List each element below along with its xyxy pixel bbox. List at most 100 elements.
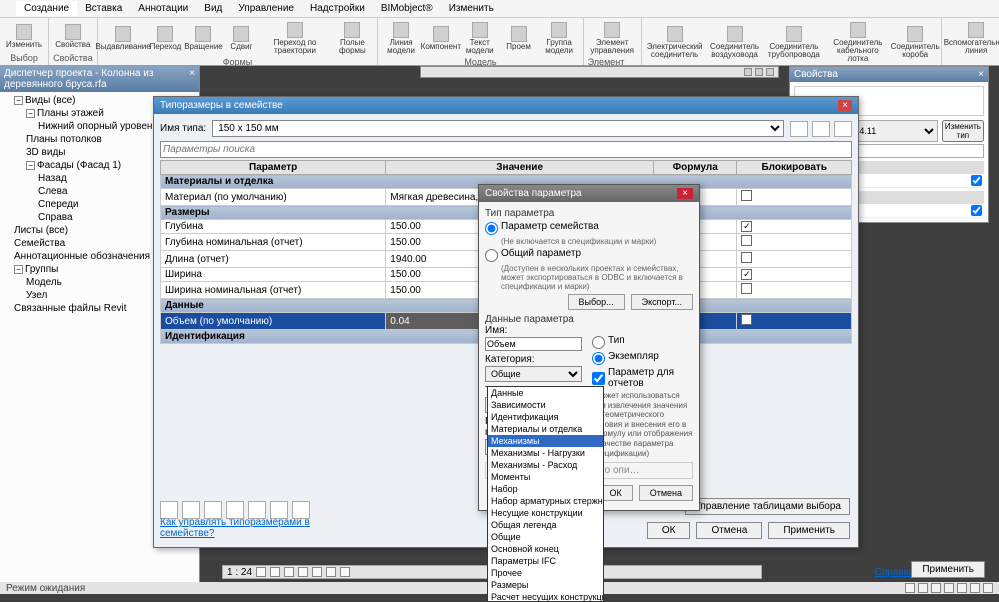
tab-annotate[interactable]: Аннотации: [130, 1, 196, 16]
ribbon-переход-по-траектории[interactable]: Переход по траектории: [262, 20, 327, 57]
dropdown-option[interactable]: Механизмы: [488, 435, 603, 447]
col-param[interactable]: Параметр: [161, 161, 386, 175]
close-icon[interactable]: ×: [677, 188, 693, 199]
ribbon-соединитель-короба[interactable]: Соединитель короба: [893, 24, 936, 61]
help-link[interactable]: Как управлять типоразмерами в семействе?: [160, 517, 310, 539]
ribbon-линия-модели[interactable]: Линия модели: [382, 20, 420, 57]
dropdown-option[interactable]: Зависимости: [488, 399, 603, 411]
ribbon-сдвиг[interactable]: Сдвиг: [224, 24, 258, 53]
icon[interactable]: [766, 68, 774, 76]
ribbon-компонент[interactable]: Компонент: [424, 24, 458, 53]
dropdown-option[interactable]: Размеры: [488, 579, 603, 591]
close-icon[interactable]: ×: [189, 68, 195, 90]
ribbon-полые-формы[interactable]: Полые формы: [332, 20, 374, 57]
cancel-button[interactable]: Отмена: [696, 522, 762, 539]
dropdown-option[interactable]: Несущие конструкции: [488, 507, 603, 519]
dropdown-option[interactable]: Идентификация: [488, 411, 603, 423]
select-pinned-icon[interactable]: [931, 583, 941, 593]
tab-modify[interactable]: Изменить: [441, 1, 502, 16]
ribbon-вспомогательная-линия[interactable]: Вспомогательная линия: [946, 20, 999, 57]
tab-insert[interactable]: Вставка: [77, 1, 130, 16]
dropdown-option[interactable]: Механизмы - Расход: [488, 459, 603, 471]
ok-button[interactable]: ОК: [647, 522, 691, 539]
tab-create[interactable]: Создание: [16, 1, 77, 16]
lock-icon[interactable]: [340, 567, 350, 577]
grouping-dropdown[interactable]: ДанныеЗависимостиИдентификацияМатериалы …: [487, 386, 604, 602]
drag-icon[interactable]: [957, 583, 967, 593]
tab-view[interactable]: Вид: [196, 1, 230, 16]
name-input[interactable]: [485, 337, 582, 351]
view-tab-bar: [420, 66, 779, 78]
apply-button[interactable]: Применить: [768, 522, 850, 539]
type-name-label: Имя типа:: [160, 123, 206, 134]
ribbon-электрический-соединитель[interactable]: Электрический соединитель: [646, 24, 704, 61]
select-link-icon[interactable]: [905, 583, 915, 593]
crop-icon[interactable]: [312, 567, 322, 577]
scale-label[interactable]: 1 : 24: [227, 567, 252, 578]
ribbon-текст-модели[interactable]: Текст модели: [462, 20, 498, 57]
type-section-label: Тип параметра: [485, 208, 693, 219]
instance-radio[interactable]: [592, 352, 605, 365]
export-button[interactable]: Экспорт...: [631, 294, 693, 310]
ribbon-соединитель-кабельного-лотка[interactable]: Соединитель кабельного лотка: [826, 20, 889, 65]
dropdown-option[interactable]: Набор: [488, 483, 603, 495]
col-value[interactable]: Значение: [386, 161, 654, 175]
show-crop-icon[interactable]: [326, 567, 336, 577]
ribbon-группа-модели[interactable]: Группа модели: [540, 20, 579, 57]
dropdown-option[interactable]: Механизмы - Нагрузки: [488, 447, 603, 459]
ribbon-переход[interactable]: Переход: [148, 24, 182, 53]
discipline-select[interactable]: Общие: [485, 366, 582, 382]
cancel-button[interactable]: Отмена: [639, 485, 693, 501]
shadows-icon[interactable]: [298, 567, 308, 577]
select-face-icon[interactable]: [944, 583, 954, 593]
delete-type-icon[interactable]: [834, 121, 852, 137]
ribbon-выдавливание[interactable]: Выдавливание: [102, 24, 145, 53]
select-underlay-icon[interactable]: [918, 583, 928, 593]
new-type-icon[interactable]: [790, 121, 808, 137]
icon[interactable]: [755, 68, 763, 76]
ribbon-изменить[interactable]: Изменить: [4, 22, 44, 51]
param-search-input[interactable]: [160, 141, 852, 158]
close-icon[interactable]: ×: [978, 69, 984, 80]
dropdown-option[interactable]: Набор арматурных стержней: [488, 495, 603, 507]
ribbon-элемент-управления[interactable]: Элемент управления: [588, 20, 637, 57]
shared-param-radio[interactable]: [485, 249, 498, 262]
ribbon: ИзменитьВыборСвойстваСвойстваВыдавливани…: [0, 18, 999, 66]
select-button[interactable]: Выбор...: [568, 294, 625, 310]
icon[interactable]: [744, 68, 752, 76]
rename-type-icon[interactable]: [812, 121, 830, 137]
dropdown-option[interactable]: Данные: [488, 387, 603, 399]
dropdown-option[interactable]: Моменты: [488, 471, 603, 483]
ribbon-соединитель-воздуховода[interactable]: Соединитель воздуховода: [708, 24, 762, 61]
ribbon-tabs: Создание Вставка Аннотации Вид Управлени…: [0, 0, 999, 18]
dropdown-option[interactable]: Основной конец: [488, 543, 603, 555]
reporting-check[interactable]: [592, 372, 605, 385]
ribbon-проем[interactable]: Проем: [502, 24, 536, 53]
dropdown-option[interactable]: Материалы и отделка: [488, 423, 603, 435]
dropdown-option[interactable]: Общая легенда: [488, 519, 603, 531]
col-formula[interactable]: Формула: [654, 161, 737, 175]
ribbon-свойства[interactable]: Свойства: [53, 22, 92, 51]
edit-type-button[interactable]: Изменить тип: [942, 120, 984, 142]
col-lock[interactable]: Блокировать: [737, 161, 852, 175]
dropdown-option[interactable]: Общие: [488, 531, 603, 543]
properties-apply-button[interactable]: Применить: [911, 561, 985, 578]
ribbon-соединитель-трубопровода[interactable]: Соединитель трубопровода: [766, 24, 823, 61]
zoom-icon[interactable]: [983, 583, 993, 593]
sun-path-icon[interactable]: [284, 567, 294, 577]
tab-manage[interactable]: Управление: [230, 1, 302, 16]
filter-icon[interactable]: [970, 583, 980, 593]
tab-bimobject[interactable]: BIMobject®: [373, 1, 441, 16]
type-name-select[interactable]: 150 x 150 мм: [212, 120, 784, 137]
dropdown-option[interactable]: Прочее: [488, 567, 603, 579]
dropdown-option[interactable]: Расчет несущих конструкций: [488, 591, 603, 602]
detail-level-icon[interactable]: [256, 567, 266, 577]
dropdown-option[interactable]: Параметры IFC: [488, 555, 603, 567]
family-param-radio[interactable]: [485, 222, 498, 235]
close-icon[interactable]: ×: [838, 100, 852, 111]
visual-style-icon[interactable]: [270, 567, 280, 577]
ribbon-вращение[interactable]: Вращение: [186, 24, 220, 53]
manage-lookup-button[interactable]: Управление таблицами выбора: [685, 498, 850, 515]
tab-addins[interactable]: Надстройки: [302, 1, 373, 16]
type-radio[interactable]: [592, 336, 605, 349]
